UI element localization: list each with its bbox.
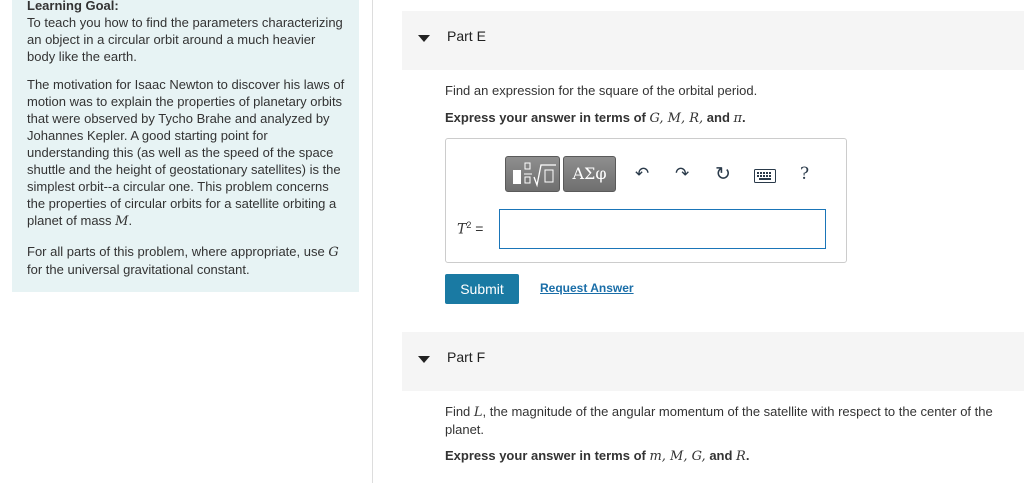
question-rest: , the magnitude of the angular momentum … — [445, 404, 993, 437]
undo-icon[interactable]: ↶ — [635, 164, 649, 184]
part-f-label: Part F — [447, 349, 486, 365]
g-symbol: G — [328, 245, 339, 260]
constant-paragraph: For all parts of this problem, where app… — [27, 243, 347, 278]
part-e-header[interactable]: Part E — [402, 11, 1024, 70]
submit-button[interactable]: Submit — [445, 274, 519, 304]
instruction-last: π — [733, 111, 743, 126]
mass-symbol: M — [115, 214, 129, 229]
reset-icon[interactable]: ↻ — [715, 163, 731, 186]
motivation-paragraph: The motivation for Isaac Newton to disco… — [27, 76, 347, 230]
part-f-instruction: Express your answer in terms of m, M, G,… — [445, 447, 749, 465]
collapse-triangle-icon[interactable] — [418, 35, 430, 42]
instruction-prefix: Express your answer in terms of — [445, 110, 650, 125]
answer-input[interactable] — [499, 209, 826, 249]
keyboard-svg — [754, 169, 776, 183]
learning-goal-title: Learning Goal: — [27, 0, 119, 13]
answer-eq: = — [471, 220, 484, 237]
learning-goal-text: To teach you how to find the parameters … — [27, 15, 343, 64]
instruction-and: and — [705, 448, 737, 463]
panel-divider — [372, 0, 373, 483]
part-e-label: Part E — [447, 28, 486, 44]
learning-goal-panel: Learning Goal: To teach you how to find … — [12, 0, 359, 292]
help-button[interactable]: ? — [800, 164, 809, 184]
motivation-text: The motivation for Isaac Newton to disco… — [27, 77, 345, 228]
instruction-end: . — [745, 448, 750, 463]
collapse-triangle-icon[interactable] — [418, 356, 430, 363]
part-e-instruction: Express your answer in terms of G, M, R,… — [445, 109, 746, 127]
instruction-last: R — [736, 449, 746, 464]
l-symbol: L — [473, 405, 483, 420]
constant-text: For all parts of this problem, where app… — [27, 244, 329, 259]
redo-icon[interactable]: ↷ — [675, 164, 689, 184]
keyboard-icon[interactable] — [754, 169, 776, 188]
instruction-vars: G, M, R, — [649, 111, 704, 126]
part-f-question: Find L, the magnitude of the angular mom… — [445, 403, 1015, 438]
instruction-vars: m, M, G, — [649, 449, 706, 464]
part-e-question: Find an expression for the square of the… — [445, 83, 758, 98]
answer-var: T — [457, 221, 467, 238]
fraction-sqrt-icon — [513, 162, 556, 188]
templates-button[interactable] — [505, 156, 560, 192]
symbols-button[interactable]: ΑΣφ — [563, 156, 616, 192]
constant-text-end: for the universal gravitational constant… — [27, 262, 250, 277]
instruction-end: . — [742, 110, 746, 125]
instruction-and: and — [703, 110, 734, 125]
question-prefix: Find — [445, 404, 474, 419]
answer-label: T2 = — [457, 220, 483, 238]
part-f-header[interactable]: Part F — [402, 332, 1024, 391]
period: . — [128, 213, 133, 228]
instruction-prefix: Express your answer in terms of — [445, 448, 650, 463]
request-answer-link[interactable]: Request Answer — [540, 281, 634, 295]
